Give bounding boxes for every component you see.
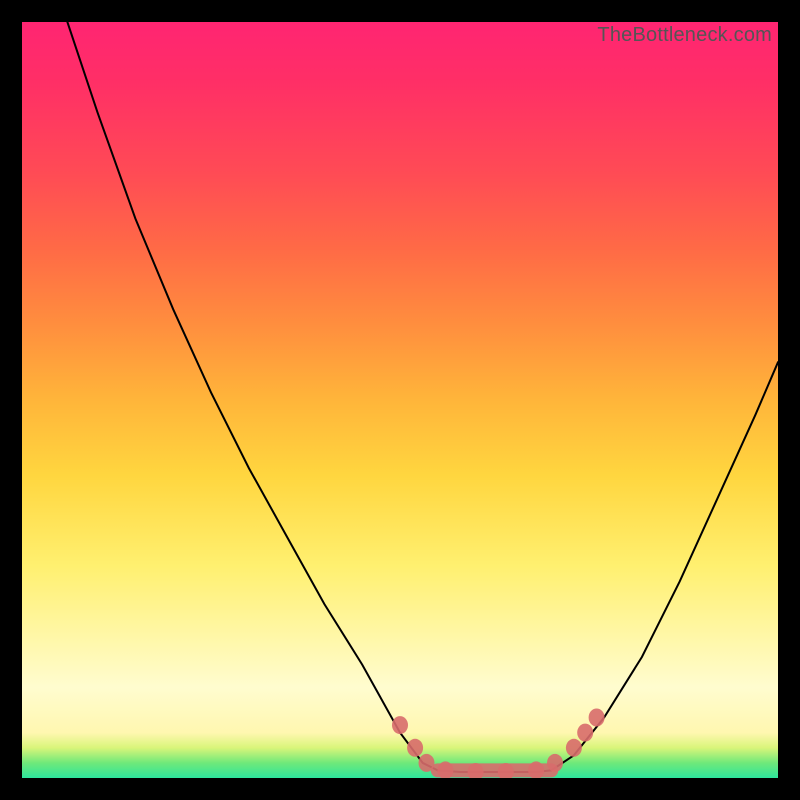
right-curve-path [551, 362, 778, 770]
chart-frame: TheBottleneck.com [0, 0, 800, 800]
curve-overlay [22, 22, 778, 778]
plot-area: TheBottleneck.com [22, 22, 778, 778]
valley-marker [577, 724, 593, 742]
valley-marker [419, 754, 435, 772]
valley-marker [547, 754, 563, 772]
left-curve-path [67, 22, 437, 770]
valley-marker [589, 709, 605, 727]
valley-marker [566, 739, 582, 757]
valley-marker [407, 739, 423, 757]
valley-marker [392, 716, 408, 734]
